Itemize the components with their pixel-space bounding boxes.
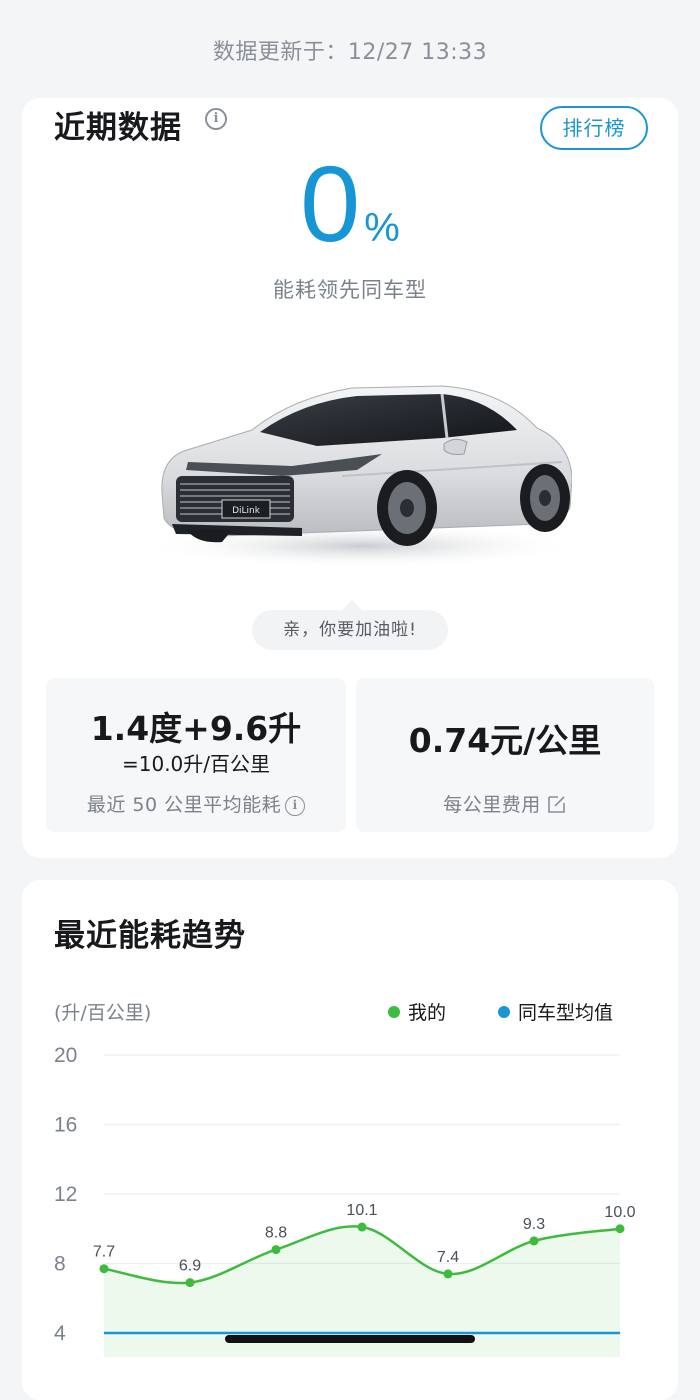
trend-chart: 20 16 12 8 4 7.7 6.9 8.8 10.1 7.4 9.3 10.0 [54, 1044, 636, 1357]
energy-caption: 最近 50 公里平均能耗 i [46, 790, 346, 817]
edit-icon[interactable] [547, 794, 567, 814]
y-tick-label: 16 [54, 1114, 77, 1137]
recent-data-card: 近期数据 i 排行榜 0% 能耗领先同车型 DiLink 亲，你要加油啦! 1.… [22, 98, 678, 858]
info-icon[interactable]: i [205, 108, 227, 130]
info-icon[interactable]: i [285, 796, 306, 816]
data-label: 10.0 [604, 1204, 635, 1221]
ranking-button[interactable]: 排行榜 [540, 106, 648, 150]
recent-data-title: 近期数据 [54, 110, 182, 146]
energy-caption-text: 最近 50 公里平均能耗 [86, 794, 282, 816]
mine-data-point [443, 1269, 453, 1279]
lead-description: 能耗领先同车型 [273, 278, 427, 302]
mine-data-point [529, 1236, 539, 1246]
y-tick-label: 20 [54, 1044, 77, 1067]
lead-percent-unit: % [364, 206, 400, 250]
cost-main-value: 0.74元/公里 [408, 721, 602, 760]
data-label: 7.7 [93, 1244, 115, 1261]
mine-data-point [185, 1278, 195, 1288]
update-time: 数据更新于：12/27 13:33 [212, 40, 488, 65]
energy-main-value: 1.4度+9.6升 [90, 709, 302, 748]
cost-caption-text: 每公里费用 [443, 794, 541, 816]
mine-data-point [271, 1245, 281, 1255]
data-label: 7.4 [437, 1249, 459, 1266]
energy-trend-card: 最近能耗趋势 (升/百公里) 我的 同车型均值 20 16 12 8 4 7.7 6.9 8.… [22, 880, 678, 1400]
encourage-bubble: 亲，你要加油啦! [252, 600, 448, 650]
average-energy-box: 1.4度+9.6升 =10.0升/百公里 最近 50 公里平均能耗 i [46, 678, 346, 832]
lead-percent: 0% [22, 150, 678, 258]
y-tick-label: 4 [54, 1322, 66, 1345]
mine-data-point [357, 1222, 367, 1232]
svg-text:DiLink: DiLink [232, 506, 261, 516]
car-illustration: DiLink [142, 385, 572, 568]
y-tick-label: 8 [54, 1253, 66, 1276]
home-indicator[interactable] [225, 1335, 475, 1343]
energy-sub-value: =10.0升/百公里 [121, 752, 271, 776]
data-label: 6.9 [179, 1258, 201, 1275]
data-label: 8.8 [265, 1225, 287, 1242]
mine-data-point [615, 1224, 625, 1234]
data-label: 10.1 [346, 1202, 377, 1219]
cost-per-km-box[interactable]: 0.74元/公里 每公里费用 [356, 678, 654, 832]
cost-caption: 每公里费用 [356, 790, 654, 817]
mine-data-point [99, 1264, 109, 1274]
y-tick-label: 12 [54, 1183, 77, 1206]
lead-percent-value: 0 [300, 143, 361, 264]
data-label: 9.3 [523, 1216, 545, 1233]
